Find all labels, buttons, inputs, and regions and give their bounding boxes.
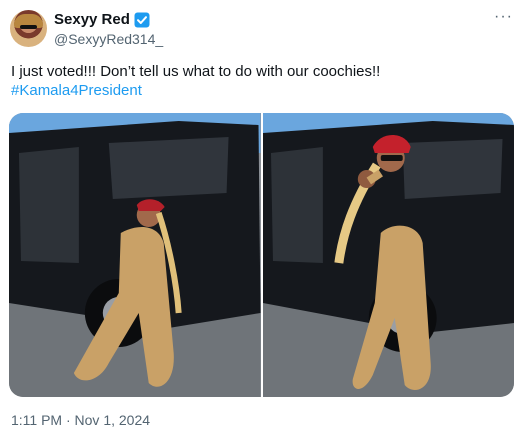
media-grid — [9, 113, 514, 397]
author-avatar[interactable] — [10, 10, 47, 47]
author-handle[interactable]: @SexyyRed314_ — [54, 31, 163, 47]
avatar-glasses — [20, 25, 37, 29]
photo-2-scene — [262, 113, 514, 397]
tweet-timestamp[interactable]: 1:11 PM · Nov 1, 2024 — [11, 412, 150, 428]
author-name[interactable]: Sexyy Red — [54, 11, 130, 28]
more-options-icon[interactable]: ··· — [494, 8, 513, 26]
tweet-photo-1[interactable] — [9, 113, 261, 397]
tweet-photo-2[interactable] — [262, 113, 514, 397]
author-name-row[interactable]: Sexyy Red — [54, 11, 150, 28]
hashtag-link[interactable]: #Kamala4President — [11, 82, 142, 99]
tweet-text: I just voted!!! Don’t tell us what to do… — [11, 63, 381, 80]
photo-1-scene — [9, 113, 261, 397]
verified-badge-icon — [134, 12, 150, 27]
